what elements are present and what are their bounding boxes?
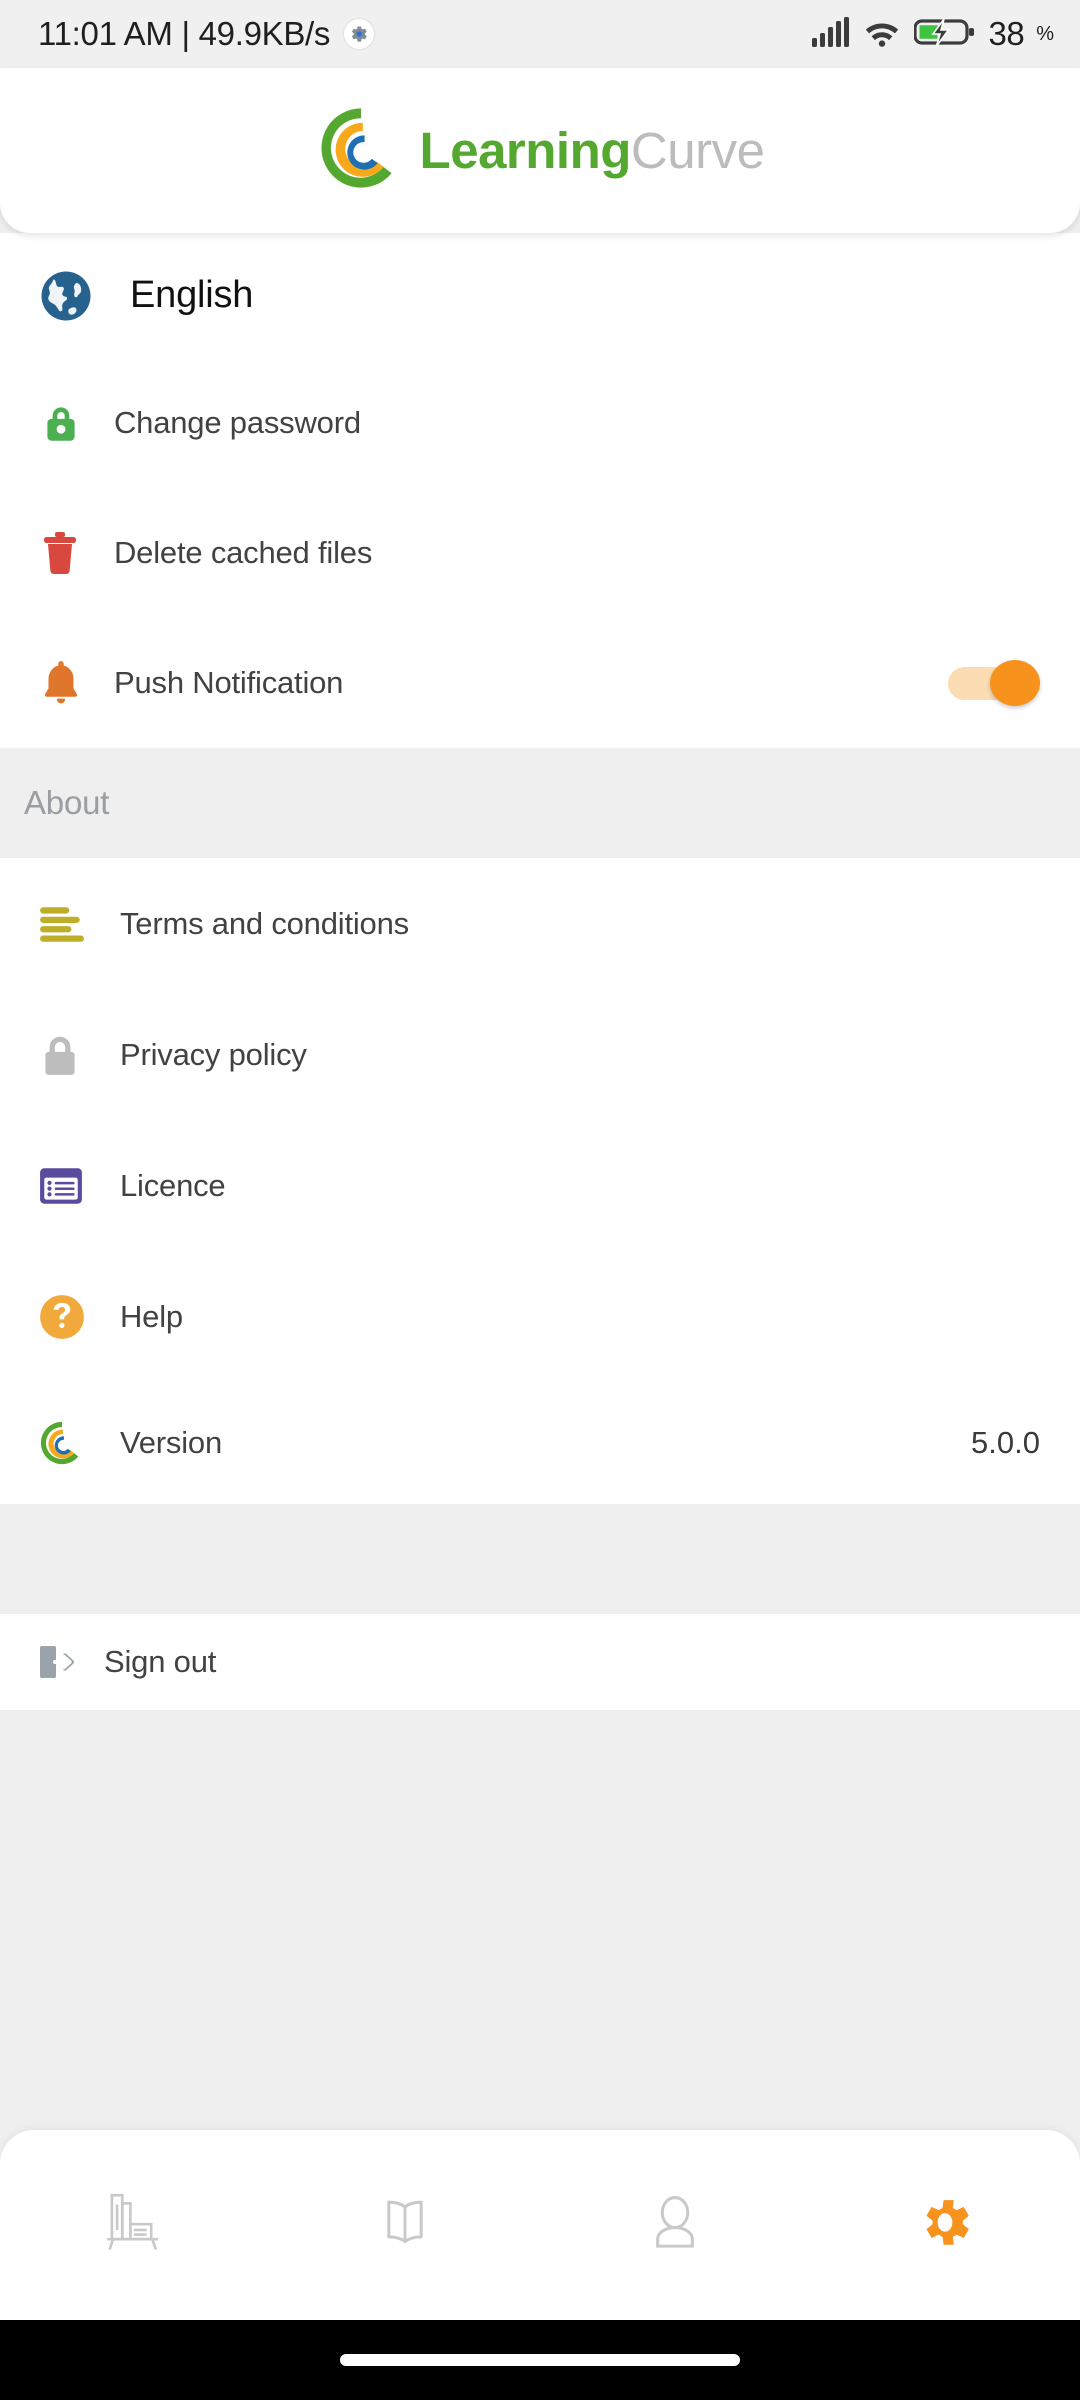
person-icon: [638, 2186, 712, 2265]
settings-row-change-password[interactable]: Change password: [0, 358, 1080, 488]
status-bar-right: 38 %: [810, 15, 1054, 53]
bottom-navigation: [0, 2130, 1080, 2320]
settings-row-version: Version 5.0.0: [0, 1382, 1080, 1504]
general-settings-panel: English Change password Delete cached fi…: [0, 233, 1080, 748]
help-label: Help: [120, 1298, 183, 1334]
bell-orange-icon: [38, 658, 102, 708]
settings-row-push-notification[interactable]: Push Notification: [0, 618, 1080, 748]
battery-charging-icon: [913, 16, 976, 53]
toggle-thumb: [990, 660, 1040, 706]
settings-scroll: English Change password Delete cached fi…: [0, 233, 1080, 2270]
sign-out-label: Sign out: [104, 1644, 217, 1679]
section-gap: [0, 1504, 1080, 1614]
question-circle-icon: [38, 1293, 102, 1341]
system-navigation-bar: [0, 2320, 1080, 2400]
cellular-signal-icon: [810, 16, 850, 53]
settings-row-language[interactable]: English: [0, 233, 1080, 358]
privacy-label: Privacy policy: [120, 1036, 307, 1072]
status-clock: 11:01 AM | 49.9KB/s: [38, 15, 331, 52]
version-value: 5.0.0: [971, 1425, 1040, 1460]
account-panel: Sign out: [0, 1614, 1080, 1710]
license-list-icon: [38, 1166, 102, 1206]
open-book-icon: [368, 2186, 442, 2265]
push-notification-toggle[interactable]: [948, 660, 1040, 706]
settings-row-help[interactable]: Help: [0, 1251, 1080, 1382]
about-panel: Terms and conditions Privacy policy Lice…: [0, 858, 1080, 1504]
app-header: LearningCurve: [0, 68, 1080, 233]
licence-label: Licence: [120, 1167, 226, 1203]
lock-gray-icon: [38, 1031, 102, 1079]
brand-primary: Learning: [419, 122, 632, 179]
delete-cache-label: Delete cached files: [114, 535, 373, 570]
trash-red-icon: [38, 530, 102, 576]
home-pill[interactable]: [340, 2354, 740, 2366]
status-bar-left: 11:01 AM | 49.9KB/s: [38, 15, 375, 53]
tab-reading[interactable]: [270, 2130, 540, 2320]
brand-name: LearningCurve: [420, 121, 765, 180]
tab-profile[interactable]: [540, 2130, 810, 2320]
language-label: English: [130, 274, 254, 316]
battery-percent-symbol: %: [1036, 22, 1054, 45]
about-section-header: About: [0, 748, 1080, 858]
globe-icon: [38, 268, 102, 324]
battery-level: 38: [988, 15, 1025, 52]
settings-row-delete-cache[interactable]: Delete cached files: [0, 488, 1080, 618]
gear-icon: [908, 2186, 982, 2265]
tab-library[interactable]: [0, 2130, 270, 2320]
sign-out-icon: [38, 1642, 90, 1682]
brand-secondary: Curve: [630, 122, 765, 179]
bookshelf-icon: [98, 2186, 172, 2265]
tab-settings[interactable]: [810, 2130, 1080, 2320]
change-password-label: Change password: [114, 405, 361, 440]
settings-row-sign-out[interactable]: Sign out: [0, 1614, 1080, 1710]
version-label: Version: [120, 1425, 222, 1460]
about-section-title: About: [24, 784, 110, 821]
wifi-icon: [862, 16, 902, 53]
gear-badge-icon: [344, 19, 375, 49]
settings-row-licence[interactable]: Licence: [0, 1120, 1080, 1251]
terms-label: Terms and conditions: [120, 905, 409, 941]
settings-row-privacy[interactable]: Privacy policy: [0, 989, 1080, 1120]
list-lines-icon: [38, 904, 102, 944]
learningcurve-logo-icon: [316, 103, 406, 198]
settings-row-terms[interactable]: Terms and conditions: [0, 858, 1080, 989]
lock-green-icon: [38, 400, 102, 446]
brand: LearningCurve: [316, 103, 765, 198]
push-notification-label: Push Notification: [114, 665, 344, 700]
status-bar: 11:01 AM | 49.9KB/s 38 %: [0, 0, 1080, 68]
app-logo-icon: [38, 1419, 102, 1467]
